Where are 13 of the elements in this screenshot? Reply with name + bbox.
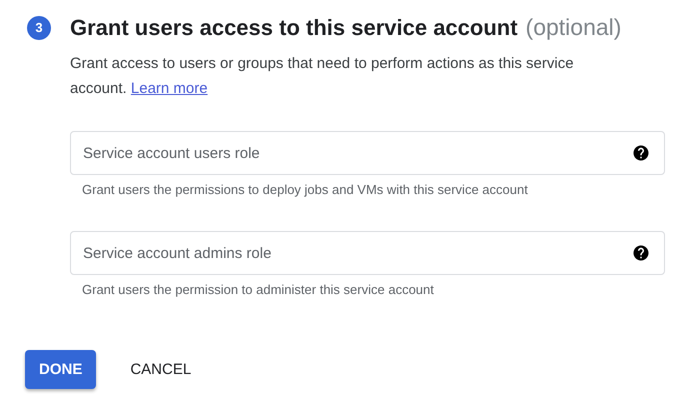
help-icon[interactable]	[632, 144, 650, 162]
role-field[interactable]: Service account admins role	[70, 231, 665, 275]
field-hint: Grant users the permission to administer this service account	[81, 282, 435, 297]
role-field[interactable]: Service account users role	[70, 131, 665, 175]
section-title: Grant users access to this service account	[70, 14, 518, 40]
step-number: 3	[27, 16, 51, 40]
field-hint: Grant users the permissions to deploy jobs and VMs with this service account	[81, 182, 529, 197]
done-button[interactable]: DONE	[25, 350, 96, 389]
learn-more-link[interactable]: Learn more	[130, 80, 208, 97]
cancel-button[interactable]: CANCEL	[116, 350, 206, 389]
optional-label: (optional)	[526, 14, 622, 41]
help-icon[interactable]	[632, 244, 650, 262]
section-description: Grant access to users or groups that need to perform actions as this service account. Learn more	[70, 54, 575, 99]
